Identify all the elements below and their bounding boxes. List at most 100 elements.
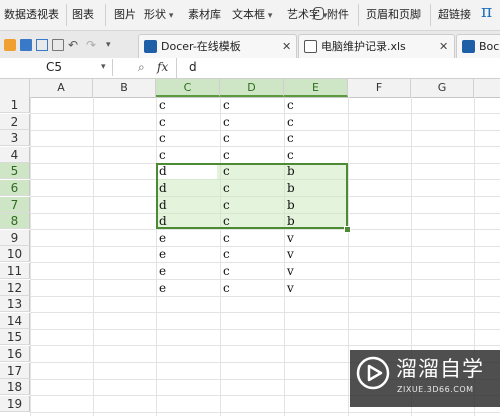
- cell-d9[interactable]: c: [220, 230, 284, 246]
- tab-docer-templates[interactable]: Docer-在线模板 ✕: [138, 34, 297, 58]
- row-header[interactable]: 3: [0, 130, 30, 146]
- cell-e4[interactable]: c: [284, 147, 348, 163]
- cell-e9[interactable]: v: [284, 230, 348, 246]
- redo-icon[interactable]: ↷: [86, 39, 98, 51]
- row-header[interactable]: 10: [0, 246, 30, 262]
- customize-toolbar-icon[interactable]: ▾: [106, 39, 118, 51]
- ribbon-toolbar: 数据透视表 图表 图片 形状 ▾ 素材库 文本框 ▾ 艺术字 ▾ 附件 页眉和页…: [0, 0, 500, 31]
- row-header[interactable]: 4: [0, 147, 30, 163]
- row-header[interactable]: 13: [0, 296, 30, 312]
- cell-e11[interactable]: v: [284, 263, 348, 279]
- print-icon[interactable]: [36, 39, 48, 51]
- row-header[interactable]: 6: [0, 180, 30, 196]
- row-header[interactable]: 7: [0, 197, 30, 213]
- save-icon[interactable]: [20, 39, 32, 51]
- row-header[interactable]: 11: [0, 263, 30, 279]
- row-header[interactable]: 18: [0, 379, 30, 395]
- chevron-down-icon[interactable]: ▾: [101, 59, 106, 76]
- cell-e2[interactable]: c: [284, 114, 348, 130]
- row-header[interactable]: 15: [0, 329, 30, 345]
- attachment-button[interactable]: 附件: [313, 7, 349, 23]
- cell-e7[interactable]: b: [284, 197, 348, 213]
- row-header[interactable]: 14: [0, 313, 30, 329]
- cell-c9[interactable]: e: [156, 230, 220, 246]
- cell-d1[interactable]: c: [220, 97, 284, 113]
- name-box[interactable]: C5 ▾: [0, 59, 113, 76]
- column-header-f[interactable]: F: [348, 79, 411, 97]
- row-header[interactable]: 5: [0, 163, 30, 179]
- column-header-c[interactable]: C: [156, 79, 220, 97]
- pi-symbol-button[interactable]: π: [481, 4, 492, 21]
- chart-button[interactable]: 图表: [72, 7, 94, 23]
- column-header-g[interactable]: G: [411, 79, 474, 97]
- cell-d12[interactable]: c: [220, 280, 284, 296]
- tab-maintenance-records[interactable]: 电脑维护记录.xls ✕: [298, 34, 455, 58]
- spreadsheet-icon: [304, 40, 317, 53]
- picture-button[interactable]: 图片: [114, 7, 136, 23]
- cell-c3[interactable]: c: [156, 130, 220, 146]
- cell-d11[interactable]: c: [220, 263, 284, 279]
- cell-d6[interactable]: c: [220, 180, 284, 196]
- row-header[interactable]: 2: [0, 114, 30, 130]
- cell-c5[interactable]: d: [156, 163, 220, 179]
- cell-e8[interactable]: b: [284, 213, 348, 229]
- row-header[interactable]: 8: [0, 213, 30, 229]
- row-header[interactable]: 19: [0, 396, 30, 412]
- row-header[interactable]: 9: [0, 230, 30, 246]
- cell-d4[interactable]: c: [220, 147, 284, 163]
- row-header[interactable]: 16: [0, 346, 30, 362]
- cell-e5[interactable]: b: [284, 163, 348, 179]
- cell-d8[interactable]: c: [220, 213, 284, 229]
- cell-c8[interactable]: d: [156, 213, 220, 229]
- cell-c10[interactable]: e: [156, 246, 220, 262]
- cell-e6[interactable]: b: [284, 180, 348, 196]
- cell-c4[interactable]: c: [156, 147, 220, 163]
- cell-c2[interactable]: c: [156, 114, 220, 130]
- cell-e3[interactable]: c: [284, 130, 348, 146]
- cell-e12[interactable]: v: [284, 280, 348, 296]
- close-icon[interactable]: ✕: [439, 35, 448, 58]
- text-box-button[interactable]: 文本框 ▾: [232, 7, 272, 23]
- cell-d2[interactable]: c: [220, 114, 284, 130]
- cell-d7[interactable]: c: [220, 197, 284, 213]
- formula-input[interactable]: d: [189, 59, 197, 76]
- header-footer-button[interactable]: 页眉和页脚: [366, 7, 421, 23]
- row-header[interactable]: 12: [0, 280, 30, 296]
- tab-third-document[interactable]: Boc: [456, 34, 500, 58]
- select-all-corner[interactable]: [0, 79, 30, 97]
- shapes-label: 形状: [144, 8, 166, 21]
- column-header-d[interactable]: D: [220, 79, 284, 97]
- column-header-b[interactable]: B: [93, 79, 156, 97]
- attachment-label: 附件: [327, 8, 349, 21]
- open-folder-icon[interactable]: [4, 39, 16, 51]
- hyperlink-button[interactable]: 超链接: [438, 7, 471, 23]
- column-gridline: [348, 97, 349, 416]
- cell-d5[interactable]: c: [220, 163, 284, 179]
- print-preview-icon[interactable]: [52, 39, 64, 51]
- close-icon[interactable]: ✕: [282, 35, 291, 58]
- column-header-h[interactable]: [474, 79, 500, 97]
- cell-c12[interactable]: e: [156, 280, 220, 296]
- cell-c1[interactable]: c: [156, 97, 220, 113]
- cell-c6[interactable]: d: [156, 180, 220, 196]
- row-header[interactable]: 1: [0, 97, 30, 113]
- undo-icon[interactable]: ↶: [68, 39, 80, 51]
- cell-c7[interactable]: d: [156, 197, 220, 213]
- row-header[interactable]: 17: [0, 363, 30, 379]
- column-header-a[interactable]: A: [30, 79, 93, 97]
- cell-e1[interactable]: c: [284, 97, 348, 113]
- zoom-icon[interactable]: ⌕: [138, 60, 150, 74]
- column-header-e[interactable]: E: [284, 79, 348, 97]
- cell-d3[interactable]: c: [220, 130, 284, 146]
- cell-e10[interactable]: v: [284, 246, 348, 262]
- play-logo-icon: [356, 356, 390, 390]
- ribbon-separator: [358, 4, 359, 26]
- tab-label: Boc: [479, 40, 500, 53]
- function-icon[interactable]: fx: [157, 59, 168, 76]
- pivot-table-button[interactable]: 数据透视表: [4, 7, 59, 23]
- cell-c11[interactable]: e: [156, 263, 220, 279]
- shapes-button[interactable]: 形状 ▾: [144, 7, 173, 23]
- tab-label: 电脑维护记录.xls: [321, 40, 406, 53]
- cell-d10[interactable]: c: [220, 246, 284, 262]
- material-library-button[interactable]: 素材库: [188, 7, 221, 23]
